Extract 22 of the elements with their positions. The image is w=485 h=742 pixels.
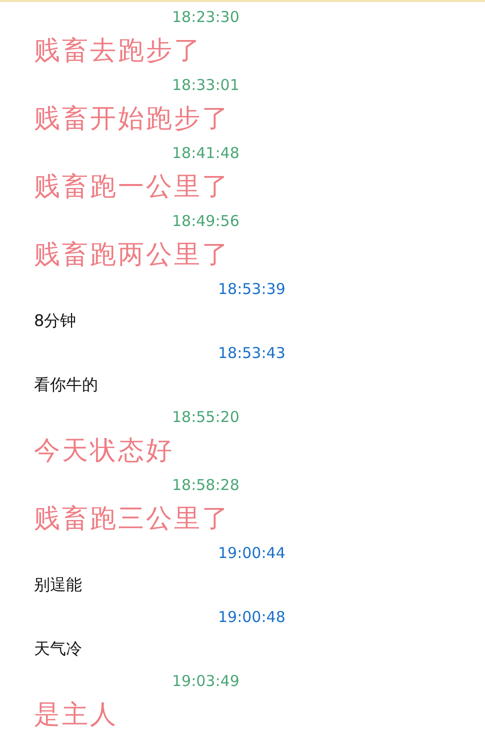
message-time: 18:41:48: [172, 144, 240, 162]
message-text: 是主人: [34, 700, 118, 730]
message-time: 18:53:39: [218, 280, 286, 298]
message-time: 18:55:20: [172, 408, 240, 426]
message-time: 19:00:48: [218, 608, 286, 626]
message-text: 贱畜去跑步了: [34, 36, 202, 66]
message-text: 8分钟: [34, 311, 76, 330]
message-text: 贱畜跑一公里了: [34, 172, 230, 202]
message-text: 看你牛的: [34, 375, 98, 394]
message-text: 今天状态好: [34, 436, 174, 466]
message-time: 18:53:43: [218, 344, 286, 362]
message-text: 贱畜跑两公里了: [34, 240, 230, 270]
message-time: 18:23:30: [172, 8, 240, 26]
message-time: 18:49:56: [172, 212, 240, 230]
message-time: 18:33:01: [172, 76, 240, 94]
message-text: 贱畜开始跑步了: [34, 104, 230, 134]
message-time: 19:03:49: [172, 672, 240, 690]
message-text: 贱畜跑三公里了: [34, 504, 230, 534]
message-time: 19:00:44: [218, 544, 286, 562]
message-time: 18:58:28: [172, 476, 240, 494]
message-text: 别逞能: [34, 575, 82, 594]
message-text: 天气冷: [34, 639, 82, 658]
